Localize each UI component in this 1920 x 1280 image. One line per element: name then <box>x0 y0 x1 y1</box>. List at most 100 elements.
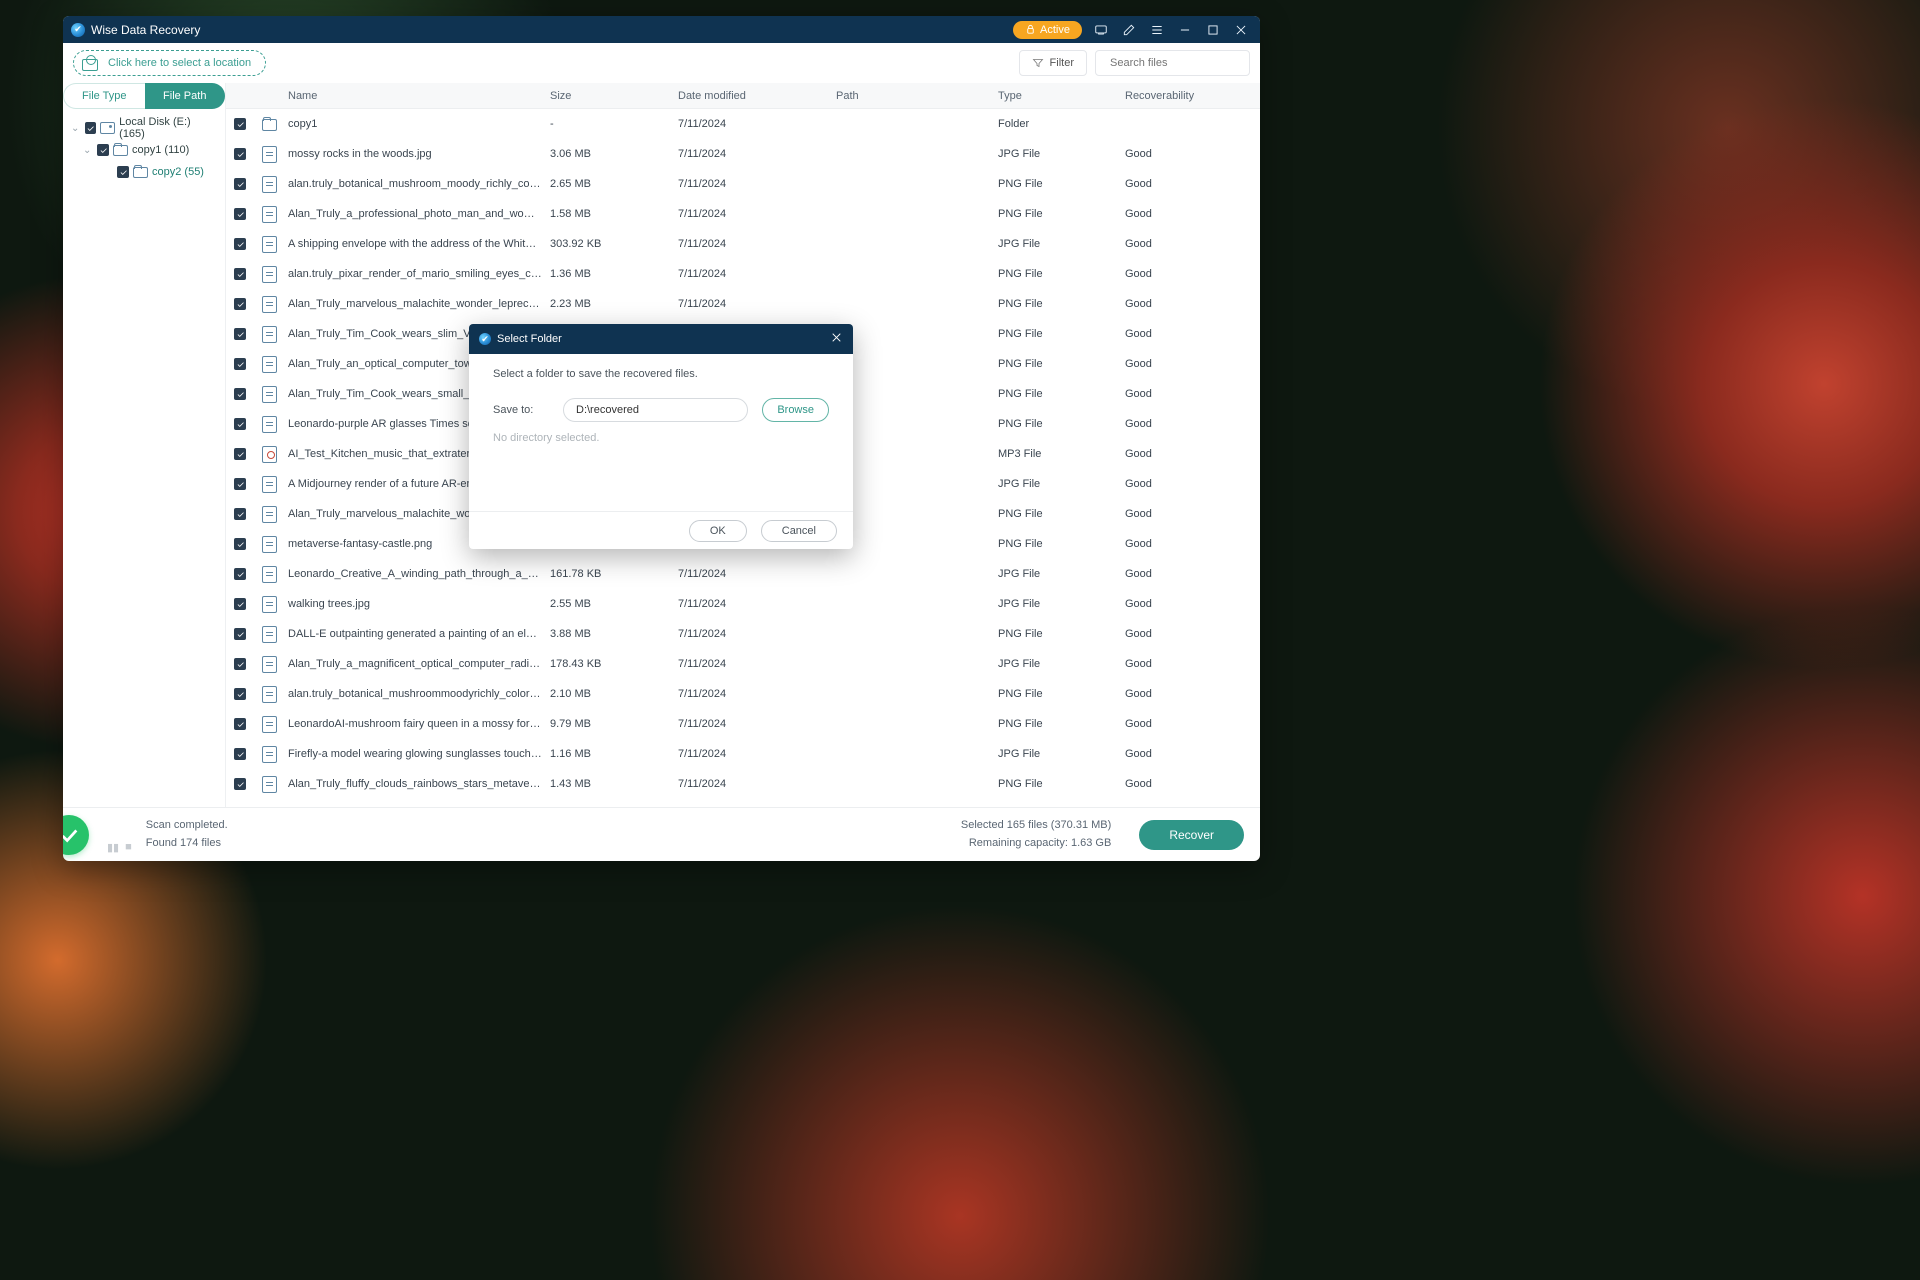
minimize-icon[interactable] <box>1178 23 1192 37</box>
checkbox[interactable] <box>234 568 246 580</box>
cell-recover: Good <box>1121 358 1260 370</box>
checkbox[interactable] <box>234 478 246 490</box>
pause-icon[interactable]: ▮▮ <box>107 841 119 854</box>
dialog-close-icon[interactable] <box>830 331 843 347</box>
checkbox[interactable] <box>234 658 246 670</box>
checkbox[interactable] <box>234 598 246 610</box>
file-icon <box>262 176 277 193</box>
checkbox[interactable] <box>234 688 246 700</box>
folder-icon <box>133 167 148 178</box>
table-row[interactable]: alan.truly_pixar_render_of_mario_smiling… <box>226 259 1260 289</box>
save-path-input[interactable] <box>563 398 748 422</box>
checkbox[interactable] <box>234 718 246 730</box>
table-row[interactable]: Leonardo_Creative_A_winding_path_through… <box>226 559 1260 589</box>
cell-date: 7/11/2024 <box>674 148 832 160</box>
col-name[interactable]: Name <box>284 90 546 102</box>
table-row[interactable]: Firefly-a model wearing glowing sunglass… <box>226 739 1260 769</box>
cell-size: 1.16 MB <box>546 748 674 760</box>
cell-size: 9.79 MB <box>546 718 674 730</box>
checkbox[interactable] <box>234 628 246 640</box>
table-row[interactable]: walking trees.jpg2.55 MB7/11/2024JPG Fil… <box>226 589 1260 619</box>
scan-controls[interactable]: ▮▮ ■ <box>107 841 132 854</box>
table-row[interactable]: LeonardoAI-mushroom fairy queen in a mos… <box>226 709 1260 739</box>
cell-name: A shipping envelope with the address of … <box>284 238 546 250</box>
table-row[interactable]: A shipping envelope with the address of … <box>226 229 1260 259</box>
tab-file-type[interactable]: File Type <box>63 83 145 109</box>
tree-node[interactable]: ⌄copy1 (110) <box>69 139 219 161</box>
cancel-button[interactable]: Cancel <box>761 520 837 542</box>
menu-icon[interactable] <box>1150 23 1164 37</box>
cell-date: 7/11/2024 <box>674 568 832 580</box>
table-row[interactable]: Alan_Truly_a_professional_photo_man_and_… <box>226 199 1260 229</box>
checkbox[interactable] <box>234 358 246 370</box>
checkbox[interactable] <box>234 448 246 460</box>
app-window: ✔ Wise Data Recovery Active Click here t… <box>63 16 1260 861</box>
table-row[interactable]: copy1-7/11/2024Folder <box>226 109 1260 139</box>
file-icon <box>262 356 277 373</box>
checkbox[interactable] <box>234 178 246 190</box>
checkbox[interactable] <box>234 388 246 400</box>
cell-date: 7/11/2024 <box>674 208 832 220</box>
recover-button[interactable]: Recover <box>1139 820 1244 850</box>
table-row[interactable]: alan.truly_botanical_mushroommoodyrichly… <box>226 679 1260 709</box>
checkbox[interactable] <box>234 328 246 340</box>
cell-date: 7/11/2024 <box>674 238 832 250</box>
cell-recover: Good <box>1121 538 1260 550</box>
ok-button[interactable]: OK <box>689 520 747 542</box>
chevron-down-icon[interactable]: ⌄ <box>83 145 93 156</box>
checkbox[interactable] <box>234 748 246 760</box>
col-type[interactable]: Type <box>994 90 1121 102</box>
table-row[interactable]: DALL-E outpainting generated a painting … <box>226 619 1260 649</box>
checkbox[interactable] <box>234 208 246 220</box>
tree-node[interactable]: copy2 (55) <box>69 161 219 183</box>
checkbox[interactable] <box>117 166 129 178</box>
search-input[interactable] <box>1095 50 1250 76</box>
checkbox[interactable] <box>234 538 246 550</box>
checkbox[interactable] <box>234 148 246 160</box>
table-row[interactable]: alan.truly_botanical_mushroom_moody_rich… <box>226 169 1260 199</box>
license-badge[interactable]: Active <box>1013 21 1082 39</box>
tree-node[interactable]: ⌄Local Disk (E:) (165) <box>69 117 219 139</box>
table-row[interactable]: Alan_Truly_a_magnificent_optical_compute… <box>226 649 1260 679</box>
file-icon <box>262 746 277 763</box>
checkbox[interactable] <box>234 118 246 130</box>
close-icon[interactable] <box>1234 23 1248 37</box>
search-field[interactable] <box>1110 57 1252 69</box>
checkbox[interactable] <box>85 122 97 134</box>
browse-button[interactable]: Browse <box>762 398 829 422</box>
filter-button[interactable]: Filter <box>1019 50 1087 76</box>
cell-type: JPG File <box>994 478 1121 490</box>
select-location-button[interactable]: Click here to select a location <box>73 50 266 76</box>
checkbox[interactable] <box>234 238 246 250</box>
table-row[interactable]: mossy rocks in the woods.jpg3.06 MB7/11/… <box>226 139 1260 169</box>
chevron-down-icon[interactable]: ⌄ <box>71 123 81 134</box>
col-path[interactable]: Path <box>832 90 994 102</box>
tab-file-path[interactable]: File Path <box>145 83 226 109</box>
col-recover[interactable]: Recoverability <box>1121 90 1260 102</box>
cell-date: 7/11/2024 <box>674 118 832 130</box>
table-row[interactable]: Alan_Truly_fluffy_clouds_rainbows_stars_… <box>226 769 1260 799</box>
cell-type: JPG File <box>994 238 1121 250</box>
cell-date: 7/11/2024 <box>674 778 832 790</box>
cell-name: copy1 <box>284 118 546 130</box>
checkbox[interactable] <box>234 298 246 310</box>
checkbox[interactable] <box>234 268 246 280</box>
cell-recover: Good <box>1121 748 1260 760</box>
app-logo-icon: ✔ <box>71 23 85 37</box>
stop-icon[interactable]: ■ <box>125 841 132 854</box>
col-size[interactable]: Size <box>546 90 674 102</box>
edit-icon[interactable] <box>1122 23 1136 37</box>
table-row[interactable]: Alan_Truly_marvelous_malachite_wonder_le… <box>226 289 1260 319</box>
cell-size: - <box>546 118 674 130</box>
checkbox[interactable] <box>234 778 246 790</box>
checkbox[interactable] <box>234 418 246 430</box>
col-date[interactable]: Date modified <box>674 90 832 102</box>
cell-name: alan.truly_botanical_mushroommoodyrichly… <box>284 688 546 700</box>
cell-type: PNG File <box>994 718 1121 730</box>
save-to-label: Save to: <box>493 404 549 416</box>
cell-recover: Good <box>1121 478 1260 490</box>
feedback-icon[interactable] <box>1094 23 1108 37</box>
checkbox[interactable] <box>234 508 246 520</box>
checkbox[interactable] <box>97 144 109 156</box>
maximize-icon[interactable] <box>1206 23 1220 37</box>
